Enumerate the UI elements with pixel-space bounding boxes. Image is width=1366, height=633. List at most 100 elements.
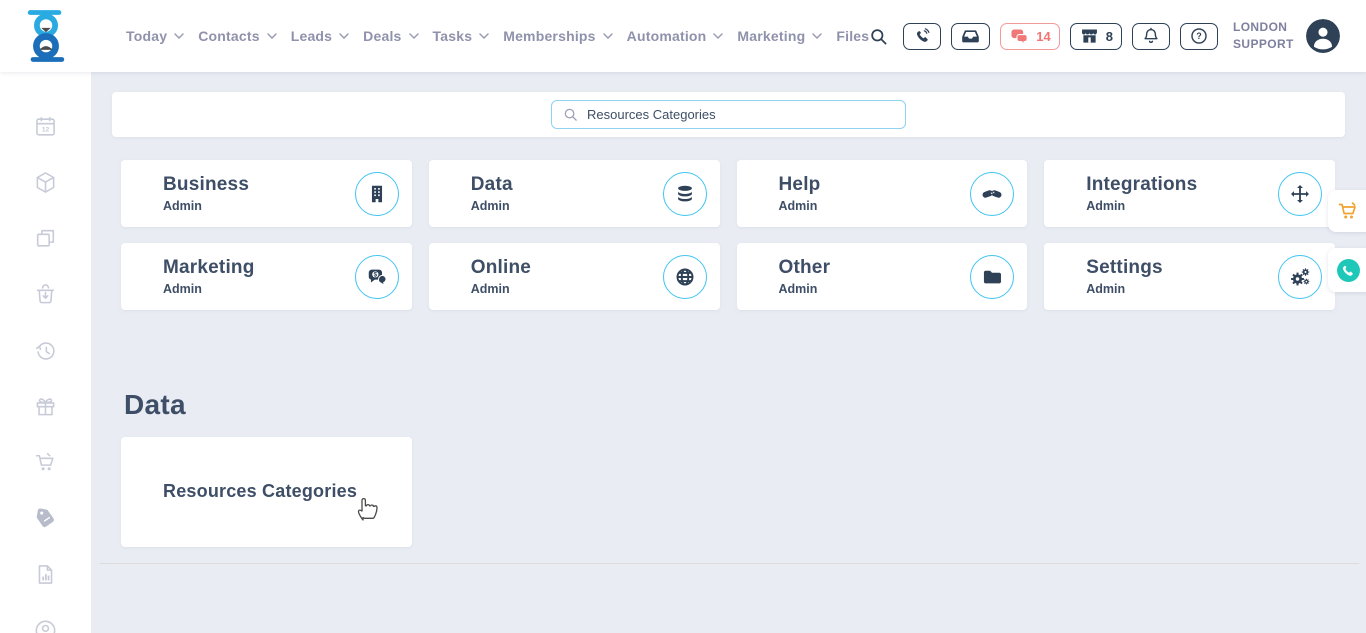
whatsapp-icon	[1336, 258, 1361, 283]
category-card-other[interactable]: Other Admin	[737, 243, 1028, 310]
floating-cart-button[interactable]	[1328, 190, 1366, 232]
sidebar-item-calendar[interactable]: 12	[33, 114, 58, 139]
app-logo[interactable]	[0, 8, 91, 64]
nav-label: Leads	[291, 28, 332, 44]
main-nav: Today Contacts Leads Deals Tasks Members…	[126, 28, 869, 44]
money-chat-icon: $	[355, 255, 399, 299]
handshake-icon	[970, 172, 1014, 216]
nav-item-memberships[interactable]: Memberships	[503, 28, 612, 44]
nav-label: Deals	[363, 28, 401, 44]
chevron-down-icon	[713, 33, 723, 39]
svg-text:$: $	[373, 271, 377, 278]
category-card-business[interactable]: Business Admin	[121, 160, 412, 227]
notifications-button[interactable]	[1132, 23, 1170, 50]
sidebar-item-shop[interactable]	[33, 450, 58, 475]
user-avatar[interactable]	[1306, 19, 1340, 53]
category-subtitle: Admin	[1086, 199, 1197, 213]
user-name: LONDON SUPPORT	[1233, 19, 1294, 53]
category-title: Online	[471, 257, 531, 279]
sidebar-item-reports[interactable]	[33, 562, 58, 587]
gears-icon	[1278, 255, 1322, 299]
building-icon	[355, 172, 399, 216]
topbar-actions: 14 8	[903, 23, 1218, 50]
category-title: Help	[779, 174, 821, 196]
sidebar-item-history[interactable]	[33, 338, 58, 363]
category-card-integrations[interactable]: Integrations Admin	[1044, 160, 1335, 227]
globe-icon	[663, 255, 707, 299]
category-title: Business	[163, 174, 249, 196]
category-card-help[interactable]: Help Admin	[737, 160, 1028, 227]
cart-icon	[33, 450, 58, 475]
chevron-down-icon	[339, 33, 349, 39]
chat-bubbles-icon	[1009, 26, 1030, 47]
nav-item-leads[interactable]: Leads	[291, 28, 349, 44]
question-icon: ?	[1189, 26, 1209, 46]
category-card-data[interactable]: Data Admin	[429, 160, 720, 227]
user-name-line1: LONDON	[1233, 19, 1294, 36]
category-subtitle: Admin	[163, 199, 249, 213]
category-subtitle: Admin	[1086, 282, 1163, 296]
category-title: Integrations	[1086, 174, 1197, 196]
sidebar-item-pricing[interactable]	[33, 506, 58, 531]
hourglass-logo-icon	[23, 8, 69, 64]
move-arrows-icon	[1278, 172, 1322, 216]
category-search[interactable]	[551, 100, 906, 129]
chat-button[interactable]: 14	[1000, 23, 1059, 50]
inbox-button[interactable]	[951, 23, 990, 50]
search-icon	[563, 107, 578, 122]
resources-categories-card[interactable]: Resources Categories	[121, 437, 412, 547]
cart-icon	[1336, 199, 1360, 223]
nav-item-automation[interactable]: Automation	[627, 28, 724, 44]
report-icon	[33, 562, 58, 587]
section-divider	[100, 563, 1359, 564]
category-card-settings[interactable]: Settings Admin	[1044, 243, 1335, 310]
sidebar-item-rewards[interactable]	[33, 394, 58, 419]
search-input[interactable]	[587, 107, 894, 122]
category-title: Other	[779, 257, 831, 279]
sidebar-item-pages[interactable]	[33, 226, 58, 251]
sidebar-item-products[interactable]	[33, 170, 58, 195]
bag-receive-icon	[33, 282, 58, 307]
search-button[interactable]	[869, 27, 888, 46]
chevron-down-icon	[812, 33, 822, 39]
category-subtitle: Admin	[163, 282, 255, 296]
hand-cursor-icon	[353, 492, 379, 522]
nav-item-tasks[interactable]: Tasks	[433, 28, 490, 44]
folder-icon	[970, 255, 1014, 299]
category-title: Settings	[1086, 257, 1163, 279]
help-button[interactable]: ?	[1180, 23, 1218, 50]
store-button[interactable]: 8	[1070, 23, 1122, 50]
category-subtitle: Admin	[471, 282, 531, 296]
sidebar-item-orders[interactable]	[33, 282, 58, 307]
category-subtitle: Admin	[471, 199, 513, 213]
category-card-marketing[interactable]: Marketing Admin $	[121, 243, 412, 310]
svg-text:?: ?	[1196, 31, 1201, 41]
nav-item-contacts[interactable]: Contacts	[198, 28, 277, 44]
nav-item-today[interactable]: Today	[126, 28, 184, 44]
inbox-icon	[960, 26, 981, 47]
floating-whatsapp-button[interactable]	[1328, 248, 1366, 292]
main-content: Business Admin Data Admin	[91, 72, 1366, 633]
nav-label: Files	[836, 28, 869, 44]
database-icon	[663, 172, 707, 216]
sidebar-item-account[interactable]	[33, 618, 58, 633]
chat-count-badge: 14	[1036, 29, 1050, 44]
category-card-online[interactable]: Online Admin	[429, 243, 720, 310]
category-subtitle: Admin	[779, 282, 831, 296]
nav-item-files[interactable]: Files	[836, 28, 869, 44]
category-title: Marketing	[163, 257, 255, 279]
chevron-down-icon	[409, 33, 419, 39]
nav-label: Memberships	[503, 28, 595, 44]
chevron-down-icon	[603, 33, 613, 39]
nav-item-deals[interactable]: Deals	[363, 28, 418, 44]
phone-button[interactable]	[903, 23, 941, 50]
copy-icon	[33, 226, 58, 251]
nav-label: Contacts	[198, 28, 260, 44]
nav-item-marketing[interactable]: Marketing	[737, 28, 822, 44]
tag-icon	[33, 506, 58, 531]
section-title: Data	[124, 388, 1366, 422]
svg-text:12: 12	[42, 127, 50, 134]
store-icon	[1079, 26, 1100, 47]
chevron-down-icon	[174, 33, 184, 39]
top-bar: Today Contacts Leads Deals Tasks Members…	[0, 0, 1366, 72]
